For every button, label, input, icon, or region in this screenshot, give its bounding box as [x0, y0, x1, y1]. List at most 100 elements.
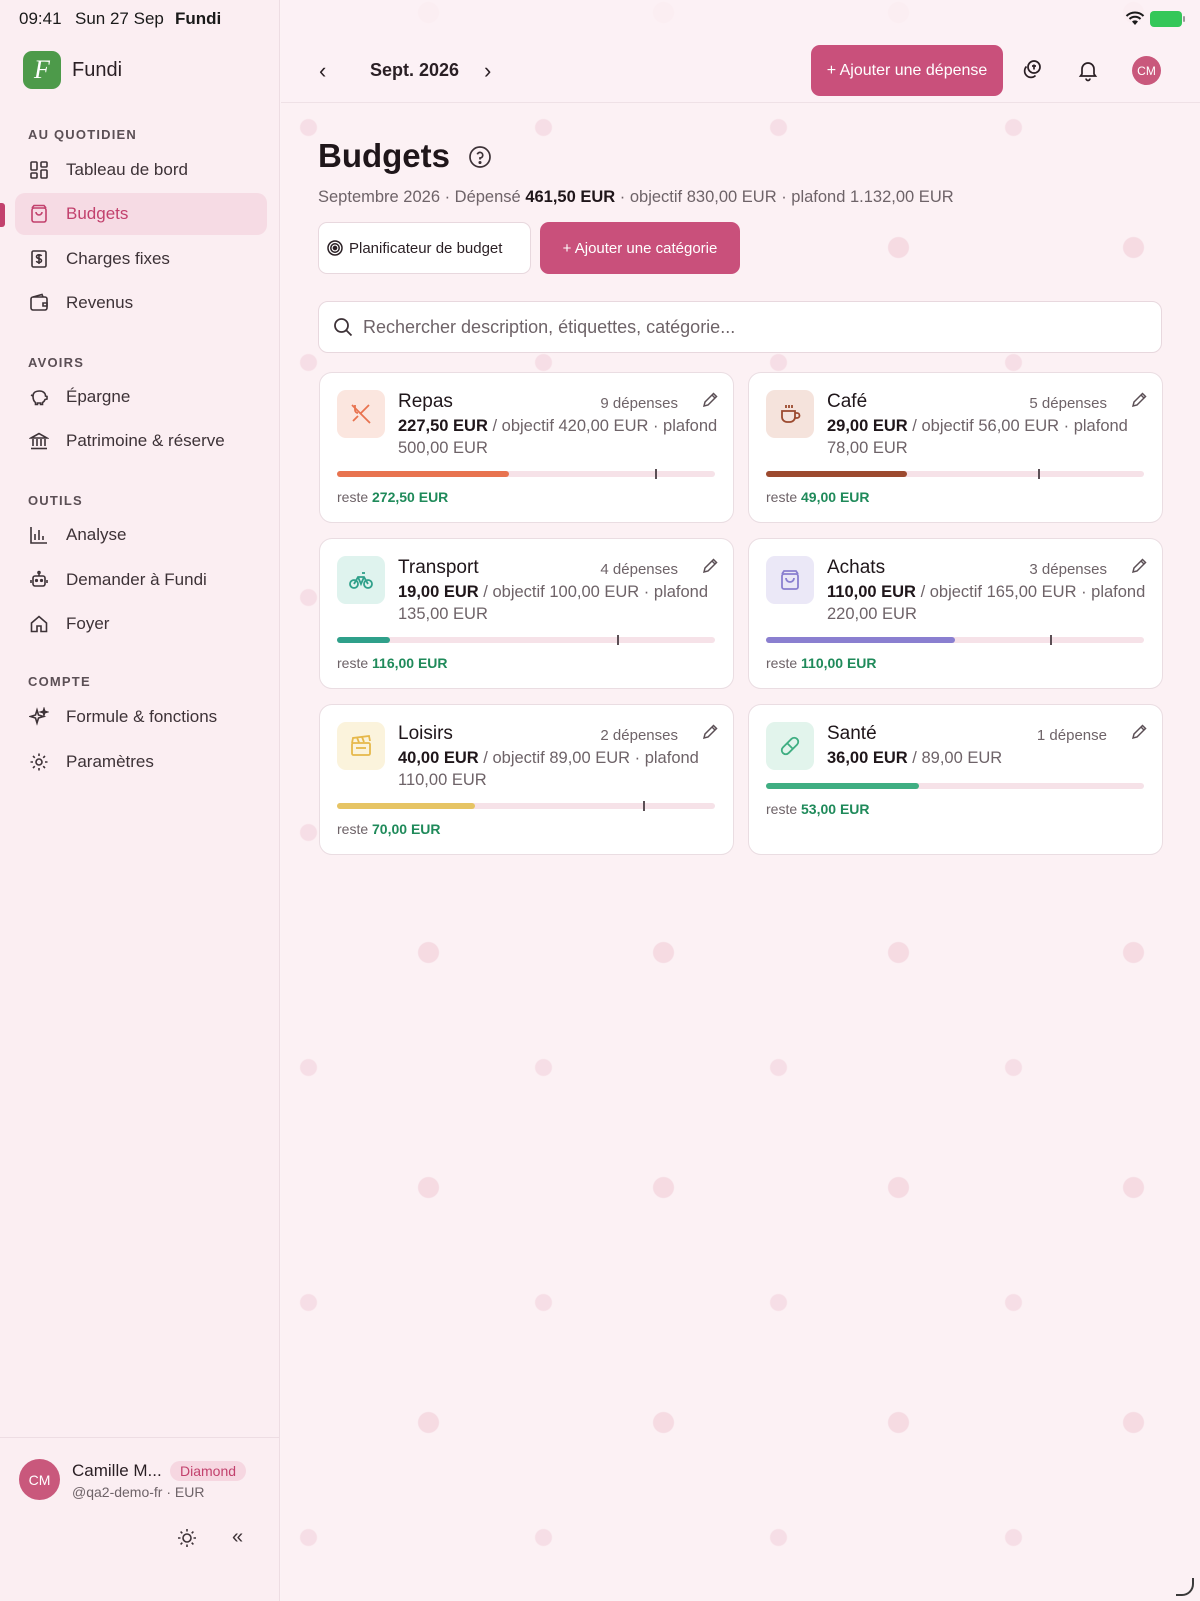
progress-track — [766, 635, 1144, 645]
user-avatar[interactable]: CM — [19, 1459, 60, 1500]
sidebar-item-demander[interactable]: Demander à Fundi — [15, 559, 267, 601]
sidebar-item-epargne[interactable]: Épargne — [15, 376, 267, 418]
search-bar — [318, 301, 1162, 353]
robot-icon — [30, 570, 48, 587]
rest-value: 49,00 EUR — [801, 489, 870, 505]
sidebar-item-revenus[interactable]: Revenus — [15, 282, 267, 324]
rest-value: 110,00 EUR — [801, 655, 877, 671]
home-icon — [30, 615, 48, 633]
category-card-repas[interactable]: Repas 9 dépenses 227,50 EUR / objectif 4… — [319, 372, 734, 523]
card-spent: 36,00 EUR — [827, 749, 908, 767]
coffee-icon — [781, 405, 801, 423]
section-label-compte: COMPTE — [28, 674, 91, 689]
card-detail: 110,00 EUR / objectif 165,00 EUR · plafo… — [827, 581, 1147, 625]
summary-suffix: · objectif 830,00 EUR · plafond 1.132,00… — [615, 188, 954, 206]
bank-icon — [29, 432, 49, 450]
help-icon[interactable] — [468, 145, 492, 169]
card-count: 4 dépenses — [600, 561, 678, 578]
card-detail: 19,00 EUR / objectif 100,00 EUR · plafon… — [398, 581, 718, 625]
card-spent: 29,00 EUR — [827, 417, 908, 435]
cap-marker — [654, 469, 657, 479]
user-name: Camille M... — [72, 1461, 162, 1480]
bell-icon[interactable] — [1076, 58, 1100, 82]
sidebar-item-label: Paramètres — [66, 752, 154, 771]
sidebar-item-label: Tableau de bord — [66, 160, 188, 179]
card-name: Café — [827, 391, 868, 412]
chevron-left-icon[interactable]: ‹ — [319, 58, 339, 83]
card-icon-bg — [337, 722, 385, 770]
pencil-icon[interactable] — [701, 391, 719, 409]
chevron-right-icon[interactable]: › — [484, 58, 504, 83]
card-detail: 36,00 EUR / 89,00 EUR — [827, 747, 1147, 769]
header-avatar[interactable]: CM — [1132, 56, 1161, 85]
pencil-icon[interactable] — [1130, 391, 1148, 409]
receipt-icon — [31, 250, 47, 268]
sidebar-item-formule[interactable]: Formule & fonctions — [15, 696, 267, 738]
page-title: Budgets — [318, 137, 450, 174]
battery-icon — [1150, 11, 1185, 27]
progress-track — [766, 469, 1144, 479]
search-input[interactable] — [363, 316, 1143, 338]
status-app-name: Fundi — [175, 9, 222, 28]
progress-fill — [337, 471, 509, 477]
card-detail: 227,50 EUR / objectif 420,00 EUR · plafo… — [398, 415, 718, 459]
card-icon-bg — [766, 390, 814, 438]
section-label-quotidien: AU QUOTIDIEN — [28, 127, 138, 142]
cap-marker — [1038, 469, 1041, 479]
cap-marker — [616, 635, 619, 645]
summary-spent: 461,50 EUR — [525, 188, 616, 206]
brand-logo: F — [23, 51, 61, 89]
brand[interactable]: F Fundi — [23, 51, 122, 89]
rest-label: reste — [766, 801, 802, 817]
sidebar-item-label: Revenus — [66, 293, 134, 312]
card-name: Santé — [827, 723, 877, 744]
sun-icon[interactable] — [176, 1527, 198, 1549]
month-label: Sept. 2026 — [370, 60, 460, 80]
pencil-icon[interactable] — [701, 723, 719, 741]
status-date: Sun 27 Sep — [75, 9, 164, 28]
sidebar-item-label: Patrimoine & réserve — [66, 431, 225, 450]
progress-track — [337, 469, 715, 479]
sidebar-item-label: Formule & fonctions — [66, 707, 218, 726]
sidebar-item-budgets[interactable]: Budgets — [15, 193, 267, 235]
card-count: 1 dépense — [1036, 727, 1107, 744]
progress-track — [337, 801, 715, 811]
card-remaining: reste 116,00 EUR — [337, 655, 448, 671]
chart-icon — [30, 527, 47, 544]
progress-fill — [337, 637, 391, 643]
pencil-icon[interactable] — [1130, 557, 1148, 575]
progress-fill — [766, 637, 955, 643]
sidebar-item-tableau-de-bord[interactable]: Tableau de bord — [15, 149, 267, 191]
section-label-avoirs: AVOIRS — [28, 355, 85, 370]
card-remaining: reste 49,00 EUR — [766, 489, 870, 505]
category-card-transport[interactable]: Transport 4 dépenses 19,00 EUR / objecti… — [319, 538, 734, 689]
budget-summary: Septembre 2026 · Dépensé 461,50 EUR · ob… — [318, 188, 954, 207]
sidebar-item-foyer[interactable]: Foyer — [15, 603, 267, 645]
budget-planner-button[interactable]: Planificateur de budget — [318, 222, 531, 274]
coins-icon[interactable] — [1020, 58, 1044, 82]
rest-value: 70,00 EUR — [372, 821, 441, 837]
sidebar-item-charges-fixes[interactable]: Charges fixes — [15, 238, 267, 280]
progress-fill — [766, 471, 907, 477]
search-icon — [334, 318, 353, 337]
card-remaining: reste 70,00 EUR — [337, 821, 441, 837]
rest-label: reste — [337, 655, 373, 671]
pencil-icon[interactable] — [701, 557, 719, 575]
category-card-sante[interactable]: Santé 1 dépense 36,00 EUR / 89,00 EUR re… — [748, 704, 1163, 855]
rest-label: reste — [766, 489, 802, 505]
sidebar-item-patrimoine[interactable]: Patrimoine & réserve — [15, 420, 267, 462]
cap-marker — [1049, 635, 1052, 645]
category-card-cafe[interactable]: Café 5 dépenses 29,00 EUR / objectif 56,… — [748, 372, 1163, 523]
status-bar: 09:41 Sun 27 Sep Fundi — [0, 0, 1200, 36]
card-name: Loisirs — [398, 723, 453, 744]
card-icon-bg — [337, 556, 385, 604]
sidebar-item-parametres[interactable]: Paramètres — [15, 741, 267, 783]
pencil-icon[interactable] — [1130, 723, 1148, 741]
category-card-loisirs[interactable]: Loisirs 2 dépenses 40,00 EUR / objectif … — [319, 704, 734, 855]
sidebar-item-analyse[interactable]: Analyse — [15, 514, 267, 556]
sidebar: F Fundi AU QUOTIDIEN Tableau de bord Bud… — [0, 0, 280, 1601]
category-card-achats[interactable]: Achats 3 dépenses 110,00 EUR / objectif … — [748, 538, 1163, 689]
add-expense-button[interactable]: + Ajouter une dépense — [811, 45, 1003, 96]
add-category-button[interactable]: + Ajouter une catégorie — [540, 222, 740, 274]
collapse-sidebar-icon[interactable]: « — [232, 1527, 254, 1549]
